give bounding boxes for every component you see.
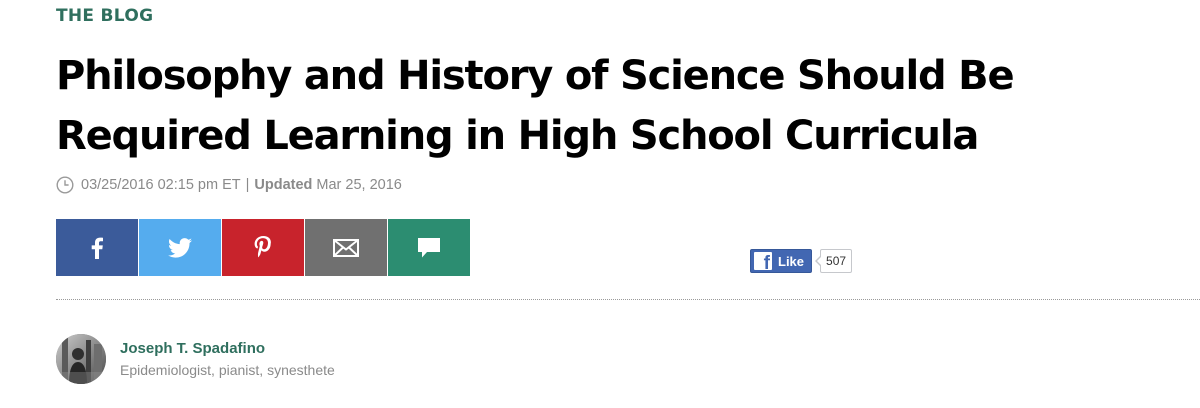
facebook-like-button[interactable]: f Like	[750, 249, 813, 273]
article-title: Philosophy and History of Science Should…	[56, 53, 1015, 159]
share-facebook-button[interactable]	[56, 219, 138, 276]
clock-icon	[56, 176, 74, 194]
share-email-button[interactable]	[305, 219, 387, 276]
facebook-logo-icon: f	[754, 252, 772, 270]
facebook-like-count: 507	[815, 249, 853, 273]
dotted-divider	[56, 299, 1200, 300]
section-label-link[interactable]: THE BLOG	[56, 6, 153, 26]
envelope-icon	[333, 238, 359, 257]
share-pinterest-button[interactable]	[222, 219, 304, 276]
updated-label: Updated	[254, 177, 313, 193]
share-twitter-button[interactable]	[139, 219, 221, 276]
updated-date: Mar 25, 2016	[316, 177, 402, 193]
share-comment-button[interactable]	[388, 219, 470, 276]
author-name-link[interactable]: Joseph T. Spadafino	[120, 340, 335, 357]
author-info: Joseph T. Spadafino Epidemiologist, pian…	[120, 334, 335, 378]
author-byline: Joseph T. Spadafino Epidemiologist, pian…	[56, 334, 335, 384]
facebook-like-widget: f Like 507	[750, 249, 853, 273]
share-bar	[56, 219, 470, 276]
twitter-icon	[168, 237, 192, 258]
published-timestamp: 03/25/2016 02:15 pm ET	[81, 177, 241, 193]
pinterest-icon	[254, 235, 272, 260]
article-meta: 03/25/2016 02:15 pm ET | Updated Mar 25,…	[56, 175, 402, 195]
author-avatar[interactable]	[56, 334, 106, 384]
speech-bubble-icon	[417, 237, 441, 259]
facebook-icon	[90, 237, 104, 259]
facebook-like-label: Like	[778, 253, 805, 269]
author-bio: Epidemiologist, pianist, synesthete	[120, 362, 335, 378]
meta-separator: |	[245, 177, 250, 193]
article-header: THE BLOG Philosophy and History of Scien…	[0, 0, 1200, 408]
